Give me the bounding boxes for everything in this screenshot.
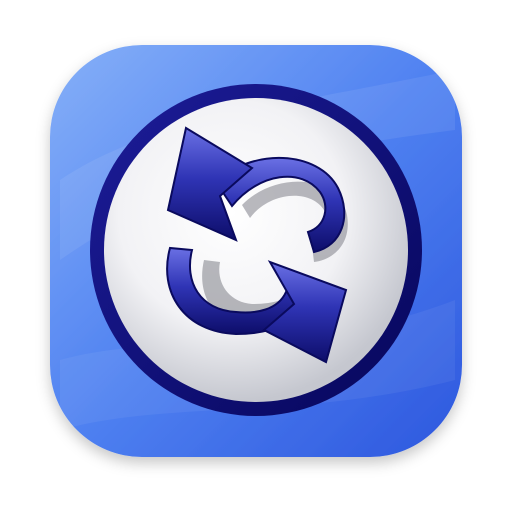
app-icon[interactable] <box>0 0 512 512</box>
badge-disc <box>104 98 408 402</box>
app-icon-canvas <box>0 0 512 512</box>
